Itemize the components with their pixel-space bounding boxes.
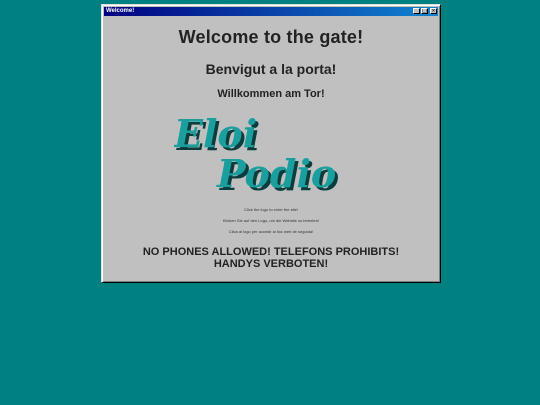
no-phones-notice: NO PHONES ALLOWED! TELEFONS PROHIBITS! H… (142, 246, 400, 270)
heading-catalan: Benvigut a la porta! (205, 61, 337, 77)
minimize-button[interactable]: _ (413, 8, 420, 14)
heading-german: Willkommen am Tor! (217, 88, 325, 100)
logo-line2: Podio (216, 151, 336, 193)
logo-line1: Eloi (174, 115, 257, 156)
instruction-english: Click the logo to enter the site! (244, 207, 298, 212)
instruction-german: Klicken Sie auf den Logo, um die Website… (222, 218, 320, 223)
heading-english: Welcome to the gate! (178, 27, 364, 47)
minimize-icon: _ (415, 8, 418, 14)
close-icon: × (431, 8, 436, 14)
instruction-catalan: Clica al logo per accedir al lloc web de… (228, 229, 314, 234)
window-title: Welcome! (106, 8, 135, 14)
logo-graphic: Eloi Eloi Podio Podio (174, 115, 339, 193)
welcome-window: Welcome! _ □ × Welcome to the gate! Benv… (101, 4, 441, 283)
close-button[interactable]: × (430, 8, 437, 14)
title-bar[interactable]: Welcome! _ □ × (104, 7, 438, 16)
window-content: Welcome to the gate! Benvigut a la porta… (104, 17, 438, 280)
maximize-icon: □ (422, 8, 427, 14)
maximize-button[interactable]: □ (421, 8, 428, 14)
site-logo-link[interactable]: Eloi Eloi Podio Podio (174, 115, 374, 193)
